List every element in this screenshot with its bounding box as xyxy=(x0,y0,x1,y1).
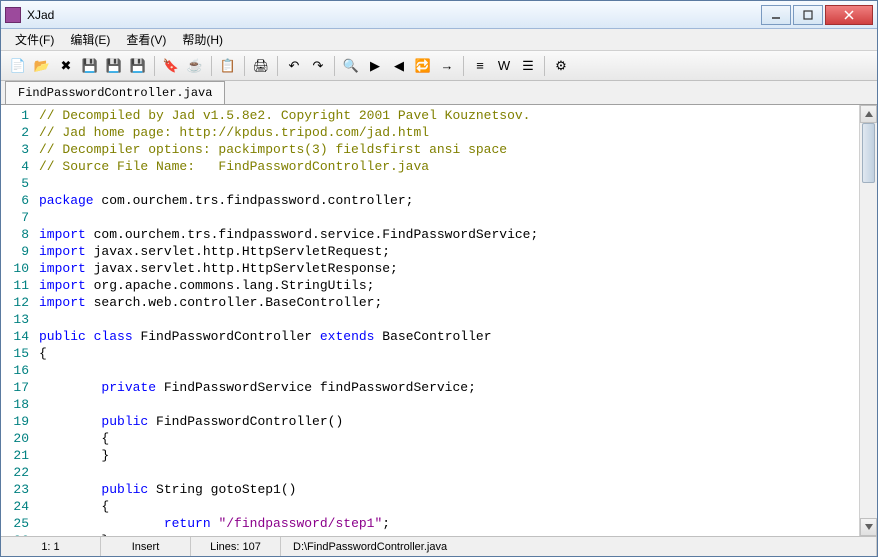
title-text: XJad xyxy=(27,8,759,22)
undo-icon[interactable]: ↶ xyxy=(283,55,305,77)
find-prev-icon[interactable]: ◀ xyxy=(388,55,410,77)
scroll-thumb[interactable] xyxy=(862,123,875,183)
menu-1[interactable]: 编辑(E) xyxy=(62,29,118,50)
status-path: D:\FindPasswordController.java xyxy=(281,537,877,556)
app-window: XJad 文件(F)编辑(E)查看(V)帮助(H) 📄📂✖💾💾💾🔖☕📋🖨↶↷🔍▶… xyxy=(0,0,878,557)
toolbar: 📄📂✖💾💾💾🔖☕📋🖨↶↷🔍▶◀🔁→≡W☰⚙ xyxy=(1,51,877,81)
replace-icon[interactable]: 🔁 xyxy=(412,55,434,77)
new-file-icon[interactable]: 📄 xyxy=(7,55,29,77)
statusbar: 1: 1 Insert Lines: 107 D:\FindPasswordCo… xyxy=(1,536,877,556)
java-icon[interactable]: ☕ xyxy=(184,55,206,77)
save-as-icon[interactable]: 💾 xyxy=(127,55,149,77)
menu-0[interactable]: 文件(F) xyxy=(7,29,62,50)
line-gutter: 1234567891011121314151617181920212223242… xyxy=(1,105,35,536)
menubar: 文件(F)编辑(E)查看(V)帮助(H) xyxy=(1,29,877,51)
window-buttons xyxy=(759,5,873,25)
tab-bar: FindPasswordController.java xyxy=(1,81,877,105)
toolbar-separator xyxy=(244,56,245,76)
vertical-scrollbar[interactable] xyxy=(859,105,877,536)
find-icon[interactable]: 🔍 xyxy=(340,55,362,77)
tag-icon[interactable]: 🔖 xyxy=(160,55,182,77)
tab-file[interactable]: FindPasswordController.java xyxy=(5,81,225,104)
scroll-up-button[interactable] xyxy=(860,105,877,123)
options-icon[interactable]: ⚙ xyxy=(550,55,572,77)
status-mode: Insert xyxy=(101,537,191,556)
find-next-icon[interactable]: ▶ xyxy=(364,55,386,77)
save-all-icon[interactable]: 💾 xyxy=(103,55,125,77)
print-icon[interactable]: 🖨 xyxy=(250,55,272,77)
close-button[interactable] xyxy=(825,5,873,25)
editor[interactable]: 1234567891011121314151617181920212223242… xyxy=(1,105,859,536)
toolbar-separator xyxy=(544,56,545,76)
menu-3[interactable]: 帮助(H) xyxy=(174,29,231,50)
indent-icon[interactable]: ≡ xyxy=(469,55,491,77)
copy-icon[interactable]: 📋 xyxy=(217,55,239,77)
maximize-button[interactable] xyxy=(793,5,823,25)
toolbar-separator xyxy=(334,56,335,76)
wrap-icon[interactable]: W xyxy=(493,55,515,77)
status-lines: Lines: 107 xyxy=(191,537,281,556)
status-position: 1: 1 xyxy=(1,537,101,556)
code-area[interactable]: // Decompiled by Jad v1.5.8e2. Copyright… xyxy=(35,105,859,536)
app-icon xyxy=(5,7,21,23)
delete-icon[interactable]: ✖ xyxy=(55,55,77,77)
goto-icon[interactable]: → xyxy=(436,55,458,77)
save-icon[interactable]: 💾 xyxy=(79,55,101,77)
list-icon[interactable]: ☰ xyxy=(517,55,539,77)
toolbar-separator xyxy=(211,56,212,76)
redo-icon[interactable]: ↷ xyxy=(307,55,329,77)
editor-pane: 1234567891011121314151617181920212223242… xyxy=(1,105,877,536)
toolbar-separator xyxy=(154,56,155,76)
menu-2[interactable]: 查看(V) xyxy=(118,29,174,50)
minimize-button[interactable] xyxy=(761,5,791,25)
scroll-down-button[interactable] xyxy=(860,518,877,536)
open-folder-icon[interactable]: 📂 xyxy=(31,55,53,77)
toolbar-separator xyxy=(463,56,464,76)
titlebar[interactable]: XJad xyxy=(1,1,877,29)
toolbar-separator xyxy=(277,56,278,76)
